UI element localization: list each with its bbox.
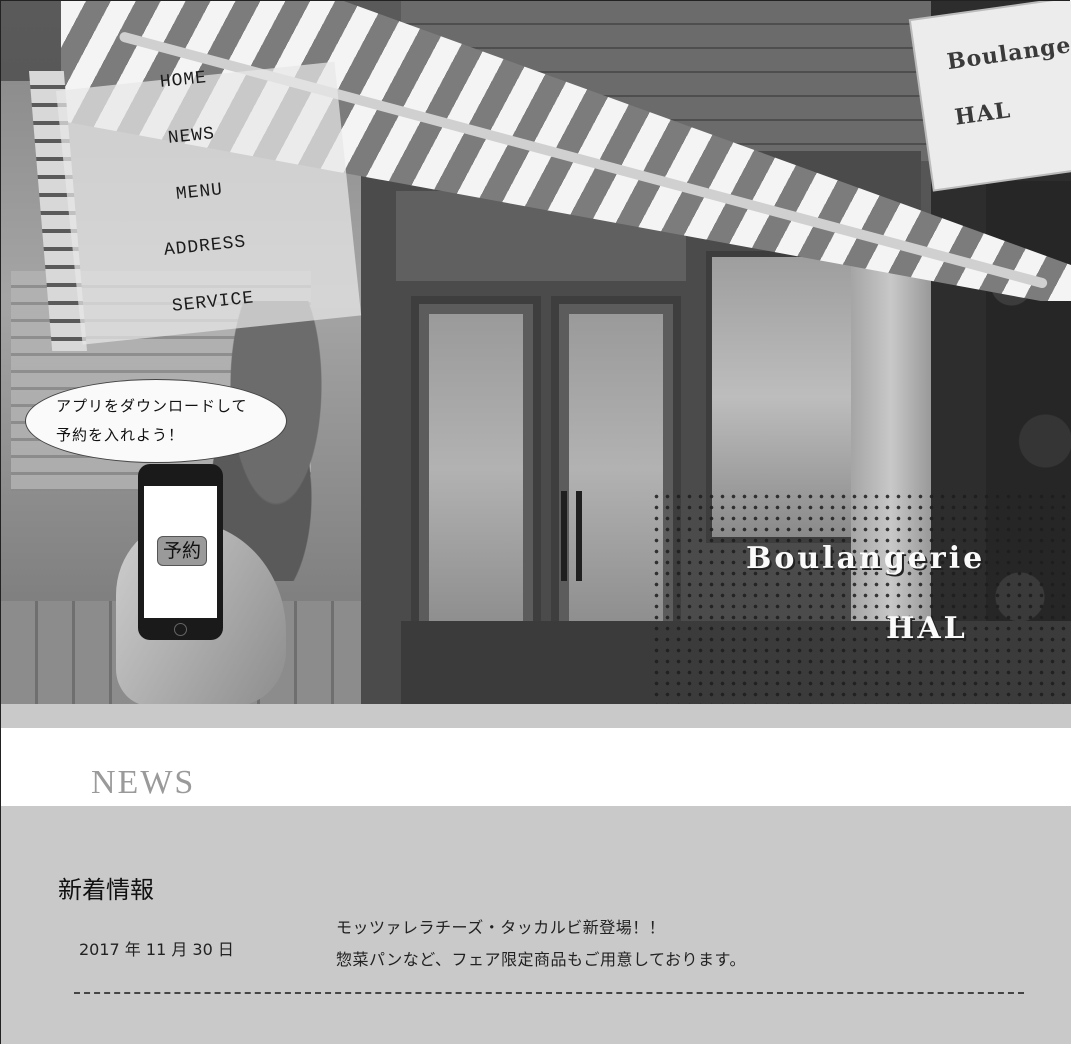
door-handle <box>576 491 582 581</box>
hanging-sign: Boulange HAL <box>911 1 1071 190</box>
home-button-icon <box>174 623 187 636</box>
news-section: 新着情報 2017 年 11 月 30 日 モッツァレラチーズ・タッカルビ新登場… <box>1 806 1071 1044</box>
logo-line-2: HAL <box>886 611 968 646</box>
phone-screen: 予約 <box>144 486 217 618</box>
door-handle <box>561 491 567 581</box>
speech-bubble: アプリをダウンロードして 予約を入れよう！ <box>25 379 287 463</box>
news-divider <box>74 992 1024 994</box>
door-glass <box>569 314 663 624</box>
sign-text: Boulange HAL <box>943 17 1071 145</box>
news-text-line-1: モッツァレラチーズ・タッカルビ新登場！！ <box>336 918 666 937</box>
news-section-title: 新着情報 <box>58 876 154 904</box>
smartphone: 予約 <box>138 464 223 640</box>
bubble-line-2: 予約を入れよう！ <box>56 426 185 444</box>
reserve-button[interactable]: 予約 <box>157 536 207 566</box>
logo-line-1: Boulangerie <box>746 541 986 576</box>
door-glass <box>429 314 523 624</box>
news-header: NEWS <box>1 728 1071 806</box>
halftone-dots <box>651 491 1071 704</box>
hero-photo: Boulange HAL Boulangerie HAL HOME NEWS M… <box>1 1 1071 704</box>
bubble-line-1: アプリをダウンロードして <box>56 397 248 415</box>
door-left <box>411 296 541 656</box>
news-heading: NEWS <box>91 764 196 801</box>
news-text-line-2: 惣菜パンなど、フェア限定商品もご用意しております。 <box>336 950 746 969</box>
divider-strip <box>1 704 1071 728</box>
news-date: 2017 年 11 月 30 日 <box>79 940 234 959</box>
